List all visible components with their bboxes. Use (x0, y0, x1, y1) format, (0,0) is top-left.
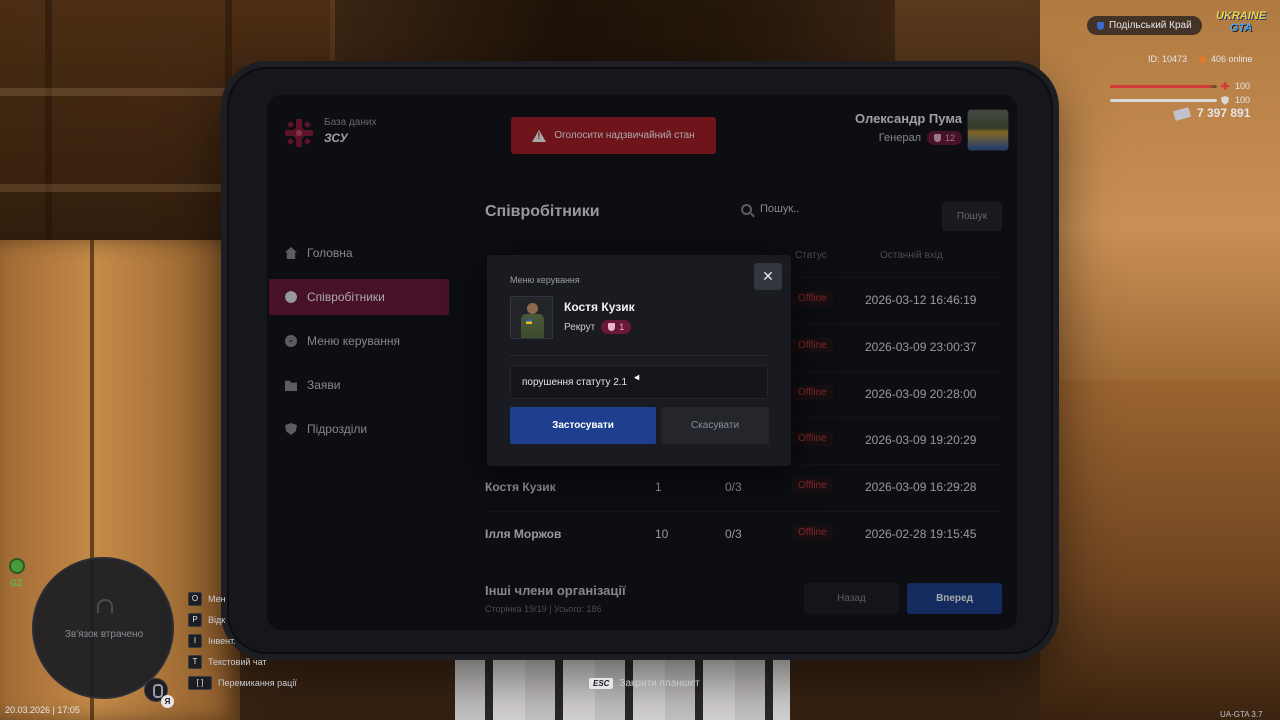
health-bar (1110, 85, 1217, 88)
control-menu-modal: Меню керування ✕ Костя Кузик Рекрут 1 по… (487, 255, 791, 466)
keybind-list: O Мен P Відк I Інвент. T Текстовий чат [… (188, 588, 297, 693)
shield-icon (1097, 21, 1104, 30)
keybind-row: I Інвент. (188, 630, 297, 651)
game-version: UA-GTA 3.7 (1220, 710, 1263, 719)
member-level: 1 (619, 322, 625, 332)
health-value: 100 (1235, 81, 1251, 91)
keybind-label: Мен (208, 593, 226, 604)
player-id: ID: 10473 (1148, 54, 1188, 64)
esc-key-cap: ESC (589, 678, 614, 689)
divider (510, 355, 768, 356)
member-name: Костя Кузик (564, 300, 635, 314)
member-rank: Рекрут 1 (564, 320, 632, 334)
date-time: 20.03.2026 | 17:05 (5, 705, 80, 715)
server-name: Подільський Край (1109, 20, 1192, 31)
background-desk (1040, 380, 1280, 720)
esc-hint-label: Закрити планшет (619, 678, 700, 689)
close-button[interactable]: ✕ (754, 263, 782, 290)
money-value: 7 397 891 (1197, 106, 1251, 120)
mouse-cursor-icon (634, 374, 642, 382)
member-rank-label: Рекрут (564, 321, 596, 333)
key-cap: [ ] (188, 675, 212, 690)
key-cap: P (188, 612, 202, 627)
keybind-label: Текстовий чат (208, 656, 267, 667)
no-signal-icon (97, 599, 113, 613)
online-dot-icon (1199, 56, 1206, 63)
game-logo-top: UKRAINE (1215, 10, 1267, 22)
keybind-label: Інвент. (208, 635, 236, 646)
zone-icon (9, 558, 25, 574)
keybind-row: O Мен (188, 588, 297, 609)
keybind-row: P Відк (188, 609, 297, 630)
armor-bar (1110, 99, 1217, 102)
apply-button[interactable]: Застосувати (510, 407, 656, 444)
member-avatar (510, 296, 553, 339)
mic-key-badge: Я (161, 695, 174, 708)
keybind-label: Перемикання рації (218, 677, 297, 688)
game-logo: UKRAINE GTA (1212, 10, 1270, 40)
keybind-row: T Текстовий чат (188, 651, 297, 672)
radar-status: Зв'язок втрачено (64, 629, 144, 640)
shield-icon (608, 323, 616, 331)
modal-title: Меню керування (510, 275, 580, 285)
member-level-badge: 1 (601, 320, 632, 334)
online-count: 406 online (1211, 54, 1253, 64)
key-cap: I (188, 633, 202, 648)
close-tablet-hint: ESC Закрити планшет (589, 678, 700, 689)
key-cap: T (188, 654, 202, 669)
keybind-label: Відк (208, 614, 226, 625)
keybind-row: [ ] Перемикання рації (188, 672, 297, 693)
reason-input[interactable]: порушення статуту 2.1 (510, 365, 768, 399)
cancel-button[interactable]: Скасувати (661, 407, 769, 444)
server-badge: Подільський Край (1087, 16, 1202, 35)
game-logo-bottom: GTA (1229, 22, 1253, 34)
armor-value: 100 (1235, 95, 1251, 105)
zone-label: GZ (10, 578, 23, 588)
reason-value: порушення статуту 2.1 (522, 376, 628, 388)
key-cap: O (188, 591, 202, 606)
close-icon: ✕ (762, 268, 774, 284)
